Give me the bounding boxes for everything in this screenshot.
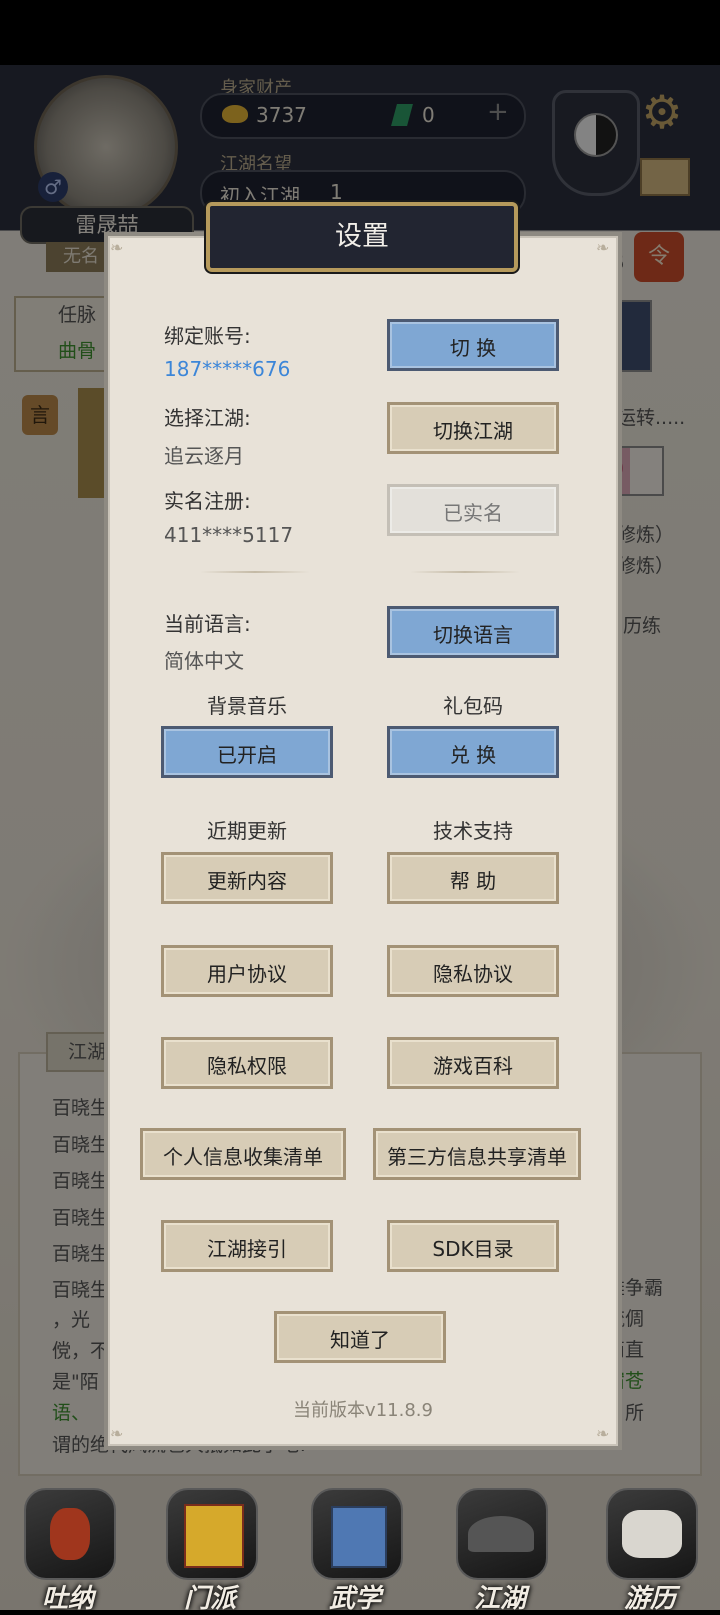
bamboo-hat-icon (456, 1488, 548, 1580)
corner-ornament-icon: ❧ (110, 1424, 124, 1443)
dialog-header: 设置 (206, 202, 518, 272)
account-value: 187*****676 (164, 357, 291, 381)
privacy-permission-button[interactable]: 隐私权限 (161, 1037, 333, 1089)
nav-label-menpai: 门派 (183, 1584, 236, 1614)
corner-ornament-icon: ❧ (596, 238, 610, 257)
nav-label-tuna: 吐纳 (41, 1584, 94, 1614)
ok-button[interactable]: 知道了 (274, 1311, 446, 1363)
version-text: 当前版本v11.8.9 (293, 1400, 433, 1421)
update-heading: 近期更新 (207, 819, 287, 843)
nav-label-wuxue: 武学 (328, 1584, 381, 1614)
gift-heading: 礼包码 (443, 694, 503, 718)
privacy-agreement-button[interactable]: 隐私协议 (387, 945, 559, 997)
realname-value: 411****5117 (164, 523, 294, 547)
nav-youli[interactable]: 游历 (600, 1480, 700, 1614)
corner-ornament-icon: ❧ (110, 238, 124, 257)
martial-books-icon (311, 1488, 403, 1580)
dialog-title: 设置 (335, 221, 389, 252)
language-value: 简体中文 (164, 649, 244, 673)
nav-wuxue[interactable]: 武学 (305, 1480, 405, 1614)
nav-label-youli: 游历 (623, 1584, 676, 1614)
support-heading: 技术支持 (433, 819, 513, 843)
nav-tuna[interactable]: 吐纳 (18, 1480, 118, 1614)
realname-label: 实名注册: (164, 489, 251, 513)
divider-left (200, 571, 310, 573)
jianghu-guide-button[interactable]: 江湖接引 (161, 1220, 333, 1272)
nav-jianghu[interactable]: 江湖 (450, 1480, 550, 1614)
help-button[interactable]: 帮 助 (387, 852, 559, 904)
personal-info-list-button[interactable]: 个人信息收集清单 (140, 1128, 346, 1180)
incense-icon (24, 1488, 116, 1580)
third-party-list-button[interactable]: 第三方信息共享清单 (373, 1128, 581, 1180)
white-horse-icon (606, 1488, 698, 1580)
divider-right (410, 571, 520, 573)
realname-button[interactable]: 已实名 (387, 484, 559, 536)
nav-label-jianghu: 江湖 (473, 1584, 526, 1614)
jianghu-label: 选择江湖: (164, 406, 251, 430)
game-wiki-button[interactable]: 游戏百科 (387, 1037, 559, 1089)
nav-menpai[interactable]: 门派 (160, 1480, 260, 1614)
sect-banner-icon (166, 1488, 258, 1580)
jianghu-value: 追云逐月 (164, 444, 244, 468)
switch-language-button[interactable]: 切换语言 (387, 606, 559, 658)
corner-ornament-icon: ❧ (596, 1424, 610, 1443)
update-content-button[interactable]: 更新内容 (161, 852, 333, 904)
music-heading: 背景音乐 (207, 694, 287, 718)
music-toggle-button[interactable]: 已开启 (161, 726, 333, 778)
switch-jianghu-button[interactable]: 切换江湖 (387, 402, 559, 454)
user-agreement-button[interactable]: 用户协议 (161, 945, 333, 997)
language-label: 当前语言: (164, 612, 251, 636)
account-label: 绑定账号: (164, 324, 251, 348)
switch-account-button[interactable]: 切 换 (387, 319, 559, 371)
sdk-directory-button[interactable]: SDK目录 (387, 1220, 559, 1272)
redeem-gift-button[interactable]: 兑 换 (387, 726, 559, 778)
